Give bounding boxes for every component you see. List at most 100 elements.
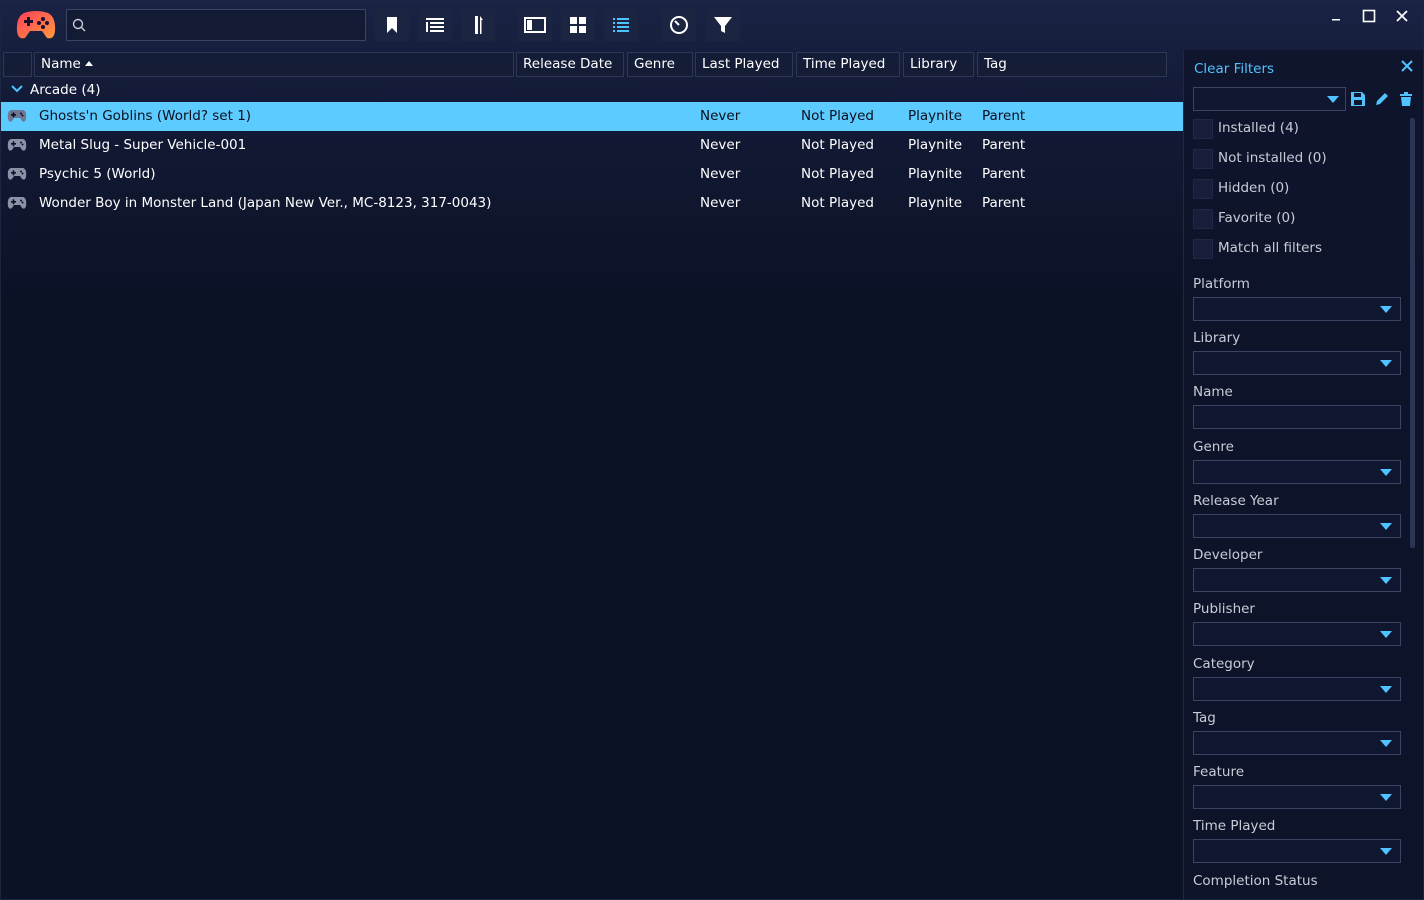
clear-filters-link[interactable]: Clear Filters: [1194, 61, 1274, 77]
list-view-icon: [613, 18, 629, 32]
category-label: Category: [1193, 656, 1255, 672]
game-name: Wonder Boy in Monster Land (Japan New Ve…: [39, 195, 492, 211]
sort-icon: [475, 16, 483, 34]
genre-dropdown[interactable]: [1193, 460, 1401, 484]
column-header-time-played[interactable]: Time Played: [796, 52, 900, 77]
minimize-button[interactable]: [1324, 6, 1348, 26]
column-header-tag[interactable]: Tag: [977, 52, 1167, 77]
chevron-down-icon: [1380, 360, 1392, 367]
gamepad-icon: [7, 168, 27, 180]
search-box[interactable]: [66, 9, 366, 41]
column-header-library[interactable]: Library: [903, 52, 974, 77]
game-last-played: Never: [700, 195, 741, 211]
table-row[interactable]: Metal Slug - Super Vehicle-001 Never Not…: [0, 131, 1183, 160]
details-view-button[interactable]: [518, 9, 552, 41]
filter-panel-scrollbar[interactable]: [1410, 118, 1415, 548]
clock-icon: [670, 16, 688, 34]
table-row[interactable]: Wonder Boy in Monster Land (Japan New Ve…: [0, 189, 1183, 218]
column-header-genre[interactable]: Genre: [627, 52, 693, 77]
completion-status-label: Completion Status: [1193, 873, 1318, 889]
filter-preset-select[interactable]: [1193, 87, 1346, 111]
game-time-played: Not Played: [801, 195, 874, 211]
trash-icon[interactable]: [1398, 91, 1414, 107]
sort-button[interactable]: [461, 9, 495, 41]
game-name: Psychic 5 (World): [39, 166, 156, 182]
time-played-label: Time Played: [1193, 818, 1276, 834]
publisher-label: Publisher: [1193, 601, 1255, 617]
developer-label: Developer: [1193, 547, 1263, 563]
library-label: Library: [1193, 330, 1241, 346]
platform-dropdown[interactable]: [1193, 297, 1401, 321]
top-bar: [0, 0, 1424, 50]
minimize-icon: [1332, 19, 1340, 21]
close-icon: [1396, 10, 1408, 22]
group-by-button[interactable]: [418, 9, 452, 41]
game-time-played: Not Played: [801, 108, 874, 124]
filter-button[interactable]: [706, 9, 740, 41]
chevron-down-icon: [1380, 631, 1392, 638]
save-icon[interactable]: [1350, 91, 1366, 107]
checkbox-box[interactable]: [1193, 209, 1213, 229]
game-library: Playnite: [908, 195, 963, 211]
column-header-icon[interactable]: [3, 52, 32, 77]
chevron-down-icon: [1380, 740, 1392, 747]
game-last-played: Never: [700, 137, 741, 153]
gamepad-icon: [7, 139, 27, 151]
chevron-down-icon: [1380, 794, 1392, 801]
time-played-dropdown[interactable]: [1193, 839, 1401, 863]
group-header-arcade[interactable]: Arcade (4): [0, 79, 1183, 103]
chevron-down-icon: [1380, 686, 1392, 693]
close-window-button[interactable]: [1390, 6, 1414, 26]
game-tag: Parent: [982, 108, 1026, 124]
sort-ascending-icon: [84, 61, 93, 66]
table-row[interactable]: Ghosts'n Goblins (World? set 1) Never No…: [0, 102, 1183, 131]
game-last-played: Never: [700, 166, 741, 182]
release-year-dropdown[interactable]: [1193, 514, 1401, 538]
name-label: Name: [1193, 384, 1233, 400]
maximize-button[interactable]: [1357, 6, 1381, 26]
feature-label: Feature: [1193, 764, 1245, 780]
gamepad-icon: [7, 110, 27, 122]
release-year-label: Release Year: [1193, 493, 1279, 509]
grid-view-button[interactable]: [561, 9, 595, 41]
game-name: Ghosts'n Goblins (World? set 1): [39, 108, 252, 124]
explore-button[interactable]: [662, 9, 696, 41]
game-tag: Parent: [982, 166, 1026, 182]
favorites-button[interactable]: [375, 9, 409, 41]
search-icon: [72, 18, 86, 32]
platform-label: Platform: [1193, 276, 1250, 292]
developer-dropdown[interactable]: [1193, 568, 1401, 592]
playnite-logo-icon[interactable]: [16, 9, 56, 41]
category-dropdown[interactable]: [1193, 677, 1401, 701]
checkbox-box[interactable]: [1193, 239, 1213, 259]
game-tag: Parent: [982, 195, 1026, 211]
close-icon[interactable]: [1400, 59, 1414, 73]
list-view-button[interactable]: [604, 9, 638, 41]
checkbox-box[interactable]: [1193, 119, 1213, 139]
game-library: Playnite: [908, 108, 963, 124]
tag-dropdown[interactable]: [1193, 731, 1401, 755]
genre-label: Genre: [1193, 439, 1234, 455]
column-header-row: Name Release Date Genre Last Played Time…: [0, 52, 1183, 77]
name-input[interactable]: [1193, 405, 1401, 429]
table-row[interactable]: Psychic 5 (World) Never Not Played Playn…: [0, 160, 1183, 189]
feature-dropdown[interactable]: [1193, 785, 1401, 809]
library-dropdown[interactable]: [1193, 351, 1401, 375]
column-header-last-played[interactable]: Last Played: [695, 52, 793, 77]
game-library: Playnite: [908, 166, 963, 182]
details-view-icon: [524, 17, 546, 33]
maximize-icon: [1362, 9, 1376, 23]
game-list: Name Release Date Genre Last Played Time…: [0, 50, 1183, 900]
chevron-down-icon: [1380, 469, 1392, 476]
grouping-icon: [426, 18, 444, 32]
edit-icon[interactable]: [1374, 91, 1390, 107]
chevron-down-icon: [1380, 523, 1392, 530]
checkbox-box[interactable]: [1193, 179, 1213, 199]
publisher-dropdown[interactable]: [1193, 622, 1401, 646]
game-tag: Parent: [982, 137, 1026, 153]
checkbox-box[interactable]: [1193, 149, 1213, 169]
group-label: Arcade (4): [30, 82, 101, 98]
chevron-down-icon: [11, 85, 23, 93]
column-header-name[interactable]: Name: [34, 52, 514, 77]
column-header-release-date[interactable]: Release Date: [516, 52, 624, 77]
